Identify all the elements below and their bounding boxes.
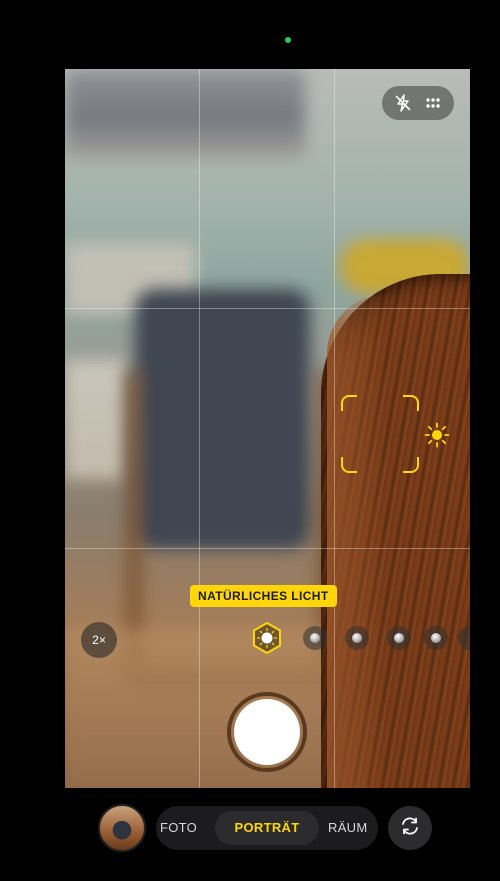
wooden-subject-highlight (327, 294, 387, 788)
privacy-indicator-dot (285, 37, 291, 43)
grid-line (199, 69, 200, 788)
mode-raum[interactable]: RÄUM (328, 806, 367, 850)
lighting-option-stage-light-mono[interactable] (424, 626, 448, 650)
light-option-icon (310, 633, 320, 643)
portrait-lighting-label: NATÜRLICHES LICHT (190, 585, 337, 607)
camera-flip-icon (399, 815, 421, 842)
mode-foto[interactable]: FOTO (160, 806, 197, 850)
grid-line (334, 69, 335, 788)
lighting-option-natural-light-icon[interactable] (250, 621, 284, 655)
grid-line (65, 308, 470, 309)
camera-mode-selector: FOTO PORTRÄT RÄUM (156, 806, 378, 850)
controls-grid-icon[interactable] (424, 94, 442, 112)
exposure-sun-icon[interactable] (424, 422, 450, 453)
flash-off-icon[interactable] (394, 94, 412, 112)
zoom-button[interactable]: 2× (81, 622, 117, 658)
focus-box[interactable] (341, 395, 419, 473)
lighting-option-contour-light[interactable] (345, 626, 369, 650)
light-option-icon (431, 633, 441, 643)
last-photo-thumbnail[interactable] (98, 804, 146, 852)
shutter-button-inner (234, 699, 300, 765)
grid-line (65, 548, 470, 549)
mode-portrait[interactable]: PORTRÄT (215, 811, 319, 845)
light-option-icon (394, 633, 404, 643)
flip-camera-button[interactable] (388, 806, 432, 850)
lighting-option-stage-light[interactable] (387, 626, 411, 650)
blurred-background-frame (65, 69, 305, 159)
lighting-option-studio-light[interactable] (303, 626, 327, 650)
blurred-background-lamp (65, 359, 125, 479)
top-controls-pill (382, 86, 454, 120)
light-option-icon (352, 633, 362, 643)
shutter-button[interactable] (227, 692, 307, 772)
